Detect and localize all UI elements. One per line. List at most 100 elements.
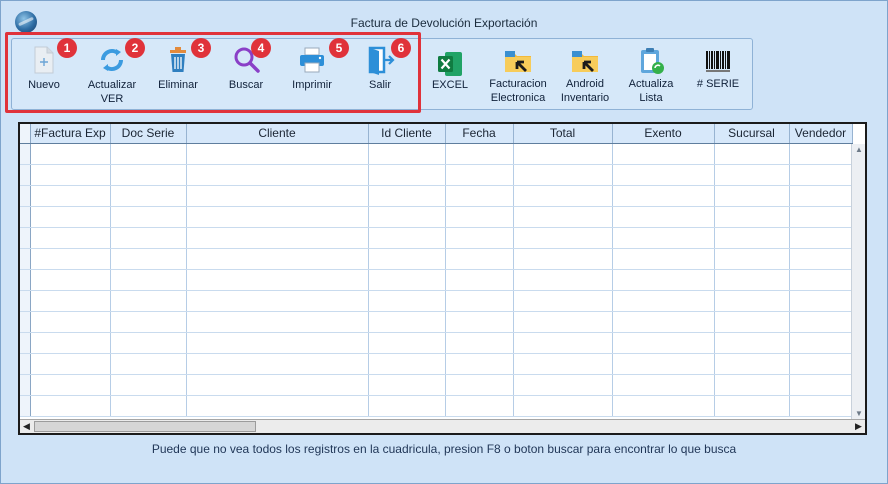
table-cell[interactable]	[30, 227, 111, 249]
row-selector[interactable]	[20, 332, 31, 354]
table-cell[interactable]	[513, 311, 613, 333]
row-selector[interactable]	[20, 269, 31, 291]
records-grid[interactable]: #Factura Exp Doc Serie Cliente Id Client…	[18, 122, 867, 435]
table-cell[interactable]	[110, 143, 187, 165]
table-cell[interactable]	[110, 395, 187, 417]
table-row[interactable]	[20, 143, 853, 165]
vertical-scrollbar[interactable]: ▲ ▼	[851, 144, 865, 420]
salir-button[interactable]: 6 Salir	[357, 38, 411, 92]
table-cell[interactable]	[186, 269, 369, 291]
table-cell[interactable]	[789, 269, 853, 291]
table-cell[interactable]	[186, 290, 369, 312]
table-row[interactable]	[20, 269, 853, 291]
table-cell[interactable]	[714, 395, 790, 417]
table-cell[interactable]	[714, 374, 790, 396]
table-cell[interactable]	[513, 227, 613, 249]
table-cell[interactable]	[445, 164, 514, 186]
row-selector[interactable]	[20, 206, 31, 228]
table-cell[interactable]	[789, 311, 853, 333]
table-cell[interactable]	[368, 374, 446, 396]
table-cell[interactable]	[445, 395, 514, 417]
table-row[interactable]	[20, 290, 853, 312]
serie-button[interactable]: # SERIE	[695, 47, 741, 91]
table-cell[interactable]	[789, 353, 853, 375]
table-cell[interactable]	[110, 164, 187, 186]
row-selector[interactable]	[20, 143, 31, 165]
table-cell[interactable]	[612, 227, 715, 249]
eliminar-button[interactable]: 3 Eliminar	[155, 38, 211, 92]
table-cell[interactable]	[513, 269, 613, 291]
table-cell[interactable]	[513, 185, 613, 207]
table-cell[interactable]	[513, 353, 613, 375]
row-selector[interactable]	[20, 248, 31, 270]
table-cell[interactable]	[789, 185, 853, 207]
table-cell[interactable]	[789, 227, 853, 249]
table-cell[interactable]	[513, 395, 613, 417]
row-selector[interactable]	[20, 395, 31, 417]
table-cell[interactable]	[789, 395, 853, 417]
table-cell[interactable]	[445, 353, 514, 375]
table-cell[interactable]	[110, 206, 187, 228]
horizontal-scroll-thumb[interactable]	[34, 421, 256, 432]
table-cell[interactable]	[612, 353, 715, 375]
table-cell[interactable]	[789, 332, 853, 354]
table-cell[interactable]	[186, 164, 369, 186]
table-cell[interactable]	[789, 143, 853, 165]
table-cell[interactable]	[30, 332, 111, 354]
table-cell[interactable]	[714, 311, 790, 333]
table-cell[interactable]	[789, 164, 853, 186]
table-cell[interactable]	[513, 374, 613, 396]
table-cell[interactable]	[30, 164, 111, 186]
table-cell[interactable]	[186, 227, 369, 249]
table-cell[interactable]	[110, 185, 187, 207]
table-cell[interactable]	[612, 164, 715, 186]
table-cell[interactable]	[513, 332, 613, 354]
table-cell[interactable]	[714, 290, 790, 312]
table-cell[interactable]	[368, 143, 446, 165]
table-cell[interactable]	[186, 374, 369, 396]
col-vendedor[interactable]: Vendedor	[789, 124, 853, 144]
table-cell[interactable]	[30, 248, 111, 270]
table-cell[interactable]	[612, 248, 715, 270]
row-selector[interactable]	[20, 311, 31, 333]
table-row[interactable]	[20, 248, 853, 270]
table-cell[interactable]	[445, 206, 514, 228]
table-row[interactable]	[20, 311, 853, 333]
table-cell[interactable]	[714, 227, 790, 249]
table-cell[interactable]	[714, 248, 790, 270]
table-cell[interactable]	[612, 269, 715, 291]
table-cell[interactable]	[30, 353, 111, 375]
table-cell[interactable]	[368, 206, 446, 228]
table-cell[interactable]	[186, 143, 369, 165]
table-cell[interactable]	[110, 248, 187, 270]
table-cell[interactable]	[513, 164, 613, 186]
excel-button[interactable]: EXCEL	[427, 49, 473, 92]
table-row[interactable]	[20, 395, 853, 417]
table-cell[interactable]	[445, 248, 514, 270]
row-selector[interactable]	[20, 374, 31, 396]
table-cell[interactable]	[612, 290, 715, 312]
col-fecha[interactable]: Fecha	[445, 124, 514, 144]
table-cell[interactable]	[110, 374, 187, 396]
table-cell[interactable]	[30, 395, 111, 417]
table-cell[interactable]	[612, 311, 715, 333]
table-cell[interactable]	[445, 185, 514, 207]
table-cell[interactable]	[714, 332, 790, 354]
table-cell[interactable]	[30, 374, 111, 396]
table-cell[interactable]	[612, 185, 715, 207]
scroll-up-arrow-icon[interactable]: ▲	[853, 144, 865, 156]
table-cell[interactable]	[110, 227, 187, 249]
horizontal-scrollbar[interactable]: ◀ ▶	[20, 419, 865, 433]
col-factura-exp[interactable]: #Factura Exp	[30, 124, 111, 144]
table-cell[interactable]	[612, 374, 715, 396]
col-total[interactable]: Total	[513, 124, 613, 144]
table-cell[interactable]	[445, 269, 514, 291]
table-cell[interactable]	[789, 290, 853, 312]
table-cell[interactable]	[714, 143, 790, 165]
table-cell[interactable]	[110, 290, 187, 312]
table-cell[interactable]	[789, 206, 853, 228]
nuevo-button[interactable]: 1 Nuevo	[21, 38, 77, 92]
table-cell[interactable]	[368, 164, 446, 186]
table-cell[interactable]	[714, 206, 790, 228]
table-cell[interactable]	[513, 143, 613, 165]
